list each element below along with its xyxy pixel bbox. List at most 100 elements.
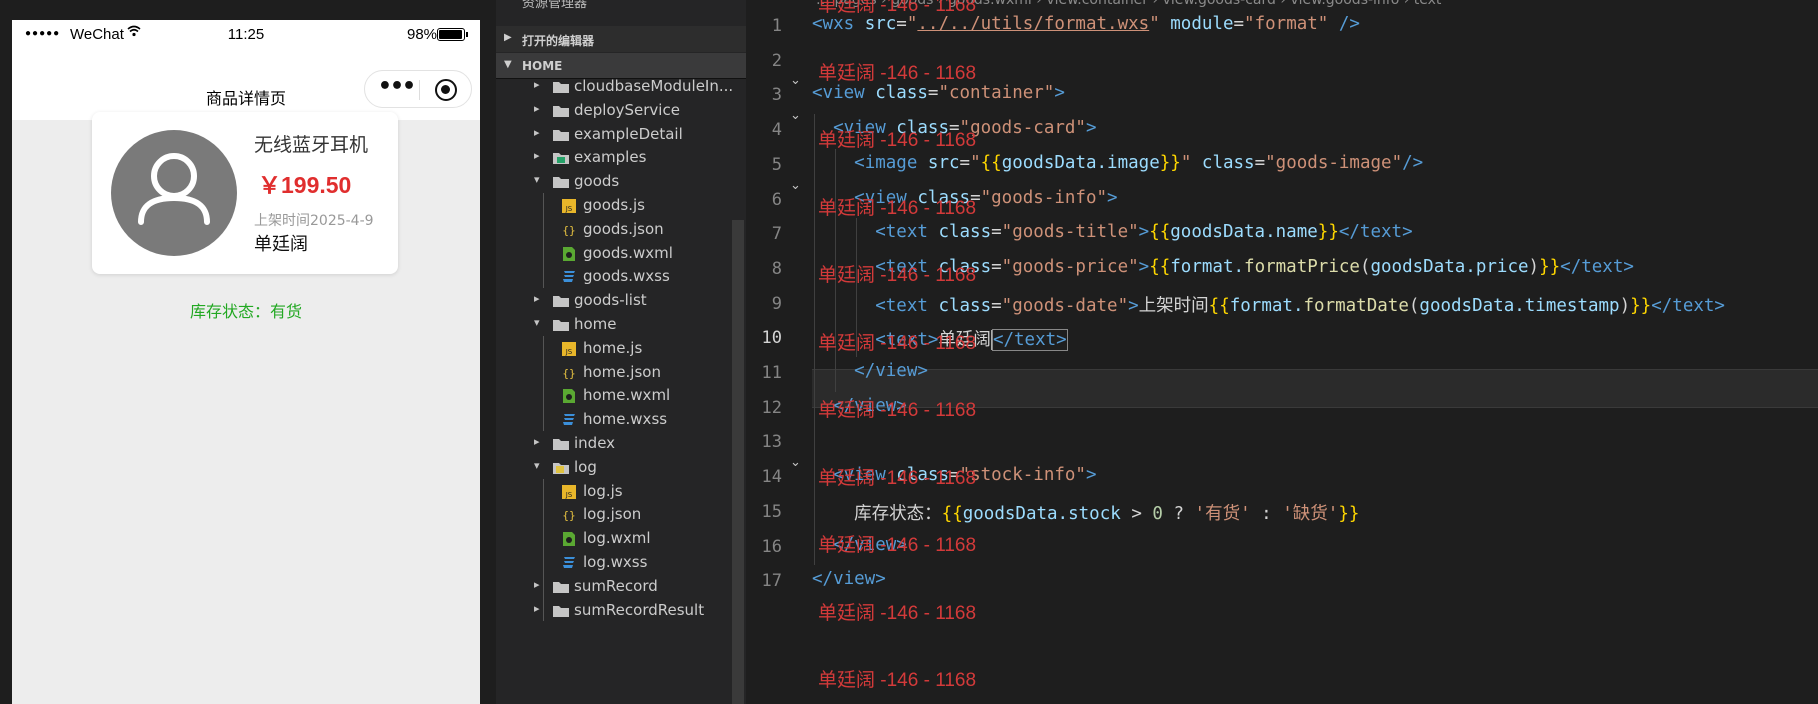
file-name: log.wxss	[583, 553, 648, 571]
line-number: 17	[761, 571, 782, 592]
code-token: "format"	[1244, 14, 1329, 34]
chevron-down-icon: ▾	[534, 458, 540, 472]
chevron-right-icon: ▸	[534, 125, 540, 139]
code-token: >	[1120, 503, 1153, 524]
explorer-more-icon[interactable]: ···	[701, 0, 716, 7]
code-token: "goods-title"	[1001, 222, 1139, 243]
watermark-text: 单廷阔 -146 - 1168	[818, 602, 977, 624]
close-miniprogram-icon[interactable]	[435, 79, 457, 101]
file-name: log.js	[583, 481, 623, 500]
code-editor[interactable]: … pages › goods › goods.wxml › view.cont…	[746, 0, 1818, 704]
user-avatar-icon	[138, 153, 210, 225]
code-token: goodsData.price	[1370, 256, 1529, 277]
file-explorer: 资源管理器 ··· ▶ 打开的编辑器 ▼ HOME ▸ cloudbaseModu…	[496, 0, 746, 704]
code-token: goodsData.name	[1170, 222, 1318, 243]
folder-icon	[552, 292, 570, 310]
code-token: />	[1328, 14, 1360, 34]
folder-icon	[552, 126, 570, 144]
code-token: {{	[980, 152, 1002, 173]
js-file-icon: JS	[560, 197, 578, 215]
code-token: />	[1402, 152, 1424, 173]
svg-text:{}: {}	[562, 509, 575, 522]
watermark-text: 单廷阔 -146 - 1168	[818, 670, 977, 691]
capsule-divider	[419, 80, 420, 100]
code-token: src	[864, 14, 897, 34]
code-token: )	[1619, 295, 1631, 316]
svg-text:{}: {}	[562, 367, 575, 380]
line-number: 5	[771, 154, 782, 175]
file-name: home.wxml	[583, 386, 671, 405]
file-name: goods.js	[583, 196, 645, 214]
goods-title: 无线蓝牙耳机	[254, 134, 369, 156]
code-token: >	[1138, 222, 1150, 243]
explorer-title: 资源管理器	[522, 0, 588, 11]
folder-icon	[552, 602, 570, 620]
code-token: }}	[1317, 222, 1339, 243]
folder-icon	[552, 149, 570, 167]
code-token: >	[1107, 187, 1118, 208]
line-number: 15	[761, 501, 782, 522]
folder-item[interactable]: ▸ sumRecordResult	[496, 598, 746, 625]
goods-card: 无线蓝牙耳机 ￥199.50 上架时间2025-4-9 单廷阔	[92, 112, 398, 274]
fold-chevron-icon[interactable]: ⌄	[790, 455, 801, 470]
line-number: 9	[771, 293, 782, 314]
chevron-right-icon: ▸	[534, 292, 540, 306]
explorer-scrollbar[interactable]	[732, 220, 744, 704]
code-token: {{	[1208, 295, 1230, 316]
folder-icon	[552, 173, 570, 191]
code-line[interactable]: </view>	[812, 361, 928, 381]
battery-icon	[437, 28, 468, 41]
watermark-text: 单廷阔 -146 - 1168	[818, 197, 977, 219]
watermark-text: 单廷阔 -146 - 1168	[818, 265, 977, 286]
code-token: </text>	[1560, 256, 1634, 277]
code-token: "container"	[938, 83, 1055, 104]
line-number: 3	[771, 85, 782, 106]
code-token: {{	[941, 503, 963, 524]
wxss-file-icon	[560, 554, 578, 572]
code-line[interactable]: <text class="goods-title">{{goodsData.na…	[812, 222, 1412, 243]
battery-percent: 98%	[407, 26, 438, 43]
code-line[interactable]: <image src="{{goodsData.image}}" class="…	[812, 153, 1423, 173]
indent-guide	[814, 114, 815, 566]
file-name: sumRecord	[574, 576, 658, 595]
svg-text:JS: JS	[565, 205, 573, 213]
code-line[interactable]: <text class="goods-date">上架时间{{format.fo…	[812, 292, 1725, 317]
phone-simulator[interactable]: ●●●●● WeChat 11:25 98% 商品详情页 ••• 无线蓝牙耳机 …	[12, 20, 480, 704]
section-open-editors[interactable]: ▶ 打开的编辑器	[496, 26, 746, 52]
fold-chevron-icon[interactable]: ⌄	[790, 73, 801, 88]
code-token: ../../utils/format.wxs	[917, 14, 1150, 34]
code-token: </view>	[854, 361, 928, 381]
code-token: 库存状态：	[812, 503, 942, 524]
line-number: 11	[761, 363, 782, 383]
code-token: </text>	[991, 329, 1068, 352]
file-name: log.wxml	[583, 529, 651, 548]
screen-root: { "phone": { "signal": "●●●●●", "carrier…	[0, 0, 1818, 704]
code-token: =	[991, 222, 1002, 243]
code-token: <text	[875, 295, 939, 316]
js-file-icon: JS	[560, 340, 578, 358]
watermark-text: 单廷阔 -146 - 1168	[818, 62, 977, 84]
svg-text:JS: JS	[565, 491, 573, 499]
code-token: '有货'	[1194, 503, 1251, 524]
code-token: }}	[1338, 503, 1360, 524]
code-line[interactable]: 库存状态：{{goodsData.stock > 0 ? '有货' : '缺货'…	[812, 500, 1359, 525]
file-name: home.wxss	[583, 410, 668, 429]
code-token: <image	[854, 152, 928, 173]
fold-chevron-icon[interactable]: ⌄	[790, 108, 801, 123]
code-token: "goods-info"	[980, 187, 1108, 208]
code-token: >	[1085, 118, 1097, 139]
code-token: format.	[1170, 256, 1245, 277]
status-bar: ●●●●● WeChat 11:25 98%	[12, 20, 480, 50]
code-token: "goods-card"	[959, 118, 1086, 139]
more-icon[interactable]: •••	[375, 76, 417, 101]
chevron-right-icon: ▶	[504, 32, 512, 43]
js-file-icon: JS	[560, 483, 578, 501]
fold-chevron-icon[interactable]: ⌄	[790, 178, 801, 193]
simulator-margin	[0, 0, 12, 704]
code-token: </text>	[1651, 295, 1725, 316]
code-token: class	[938, 222, 992, 243]
code-line[interactable]: </view>	[812, 569, 886, 589]
code-line[interactable]: <wxs src="../../utils/format.wxs" module…	[812, 14, 1360, 34]
code-line[interactable]: <view class="container">	[812, 83, 1065, 103]
